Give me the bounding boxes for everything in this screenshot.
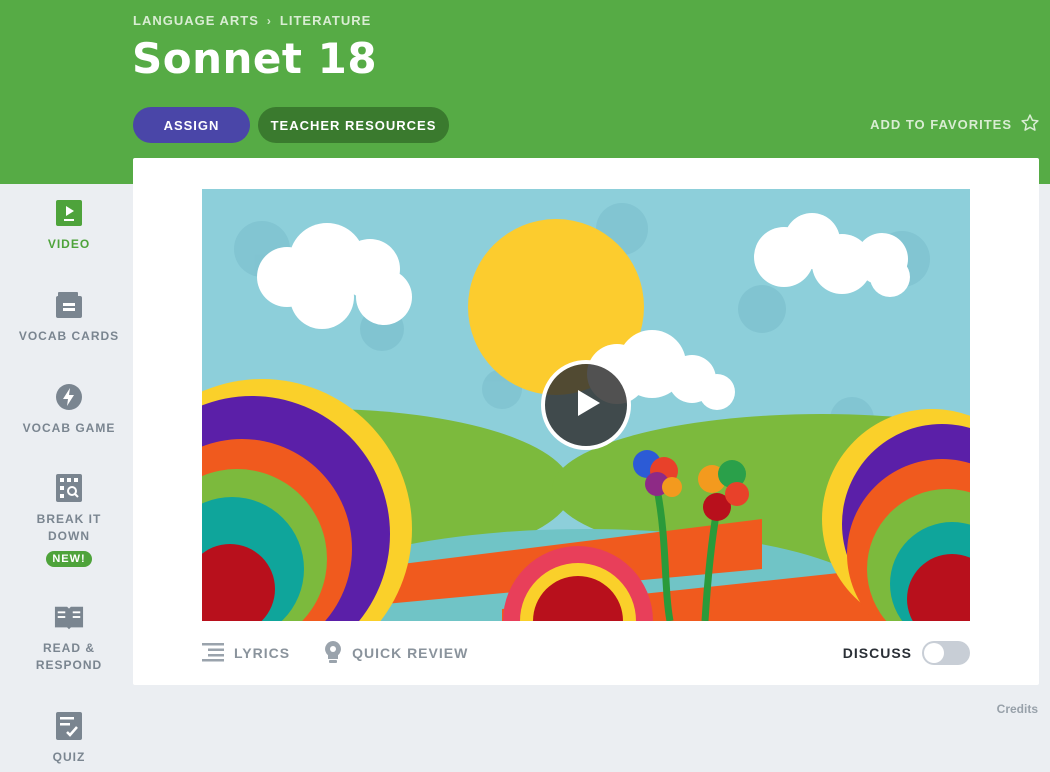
teacher-resources-button[interactable]: TEACHER RESOURCES bbox=[258, 107, 449, 143]
vocab-cards-icon bbox=[54, 290, 84, 320]
lightning-icon bbox=[54, 382, 84, 412]
add-to-favorites-button[interactable]: ADD TO FAVORITES bbox=[870, 113, 1040, 136]
sidebar-item-label: READ & RESPOND bbox=[35, 641, 103, 672]
sidebar-item-label: BREAK IT DOWN bbox=[36, 512, 102, 543]
quick-review-button[interactable]: QUICK REVIEW bbox=[324, 640, 468, 667]
video-toolbar: LYRICS QUICK REVIEW DISCUSS bbox=[202, 638, 970, 668]
video-card: LYRICS QUICK REVIEW DISCUSS bbox=[133, 158, 1039, 685]
magnifier-grid-icon bbox=[54, 473, 84, 503]
lyrics-label: LYRICS bbox=[234, 645, 291, 661]
play-button[interactable] bbox=[541, 360, 631, 450]
quiz-checklist-icon bbox=[54, 711, 84, 741]
new-badge: NEW! bbox=[46, 551, 92, 567]
quick-review-label: QUICK REVIEW bbox=[352, 645, 469, 661]
credits-link[interactable]: Credits bbox=[997, 702, 1038, 716]
favorites-label: ADD TO FAVORITES bbox=[870, 117, 1012, 132]
discuss-control: DISCUSS bbox=[843, 641, 970, 665]
assign-button[interactable]: ASSIGN bbox=[133, 107, 250, 143]
sidebar-item-quiz[interactable]: QUIZ bbox=[0, 711, 138, 766]
lightbulb-icon bbox=[324, 640, 342, 667]
page-header: LANGUAGE ARTS › LITERATURE Sonnet 18 ASS… bbox=[0, 0, 1050, 184]
sidebar-item-label: QUIZ bbox=[52, 750, 86, 764]
chevron-right-icon: › bbox=[266, 13, 272, 28]
play-icon bbox=[566, 383, 606, 428]
video-player[interactable] bbox=[202, 189, 970, 621]
sidebar-item-vocab-cards[interactable]: VOCAB CARDS bbox=[0, 290, 138, 345]
discuss-label: DISCUSS bbox=[842, 645, 912, 661]
book-icon bbox=[54, 602, 84, 632]
sidebar-item-video[interactable]: VIDEO bbox=[0, 198, 138, 253]
sidebar-item-break-it-down[interactable]: BREAK IT DOWN NEW! bbox=[0, 473, 138, 567]
sidebar-item-read-respond[interactable]: READ & RESPOND bbox=[0, 602, 138, 674]
lines-icon bbox=[202, 642, 224, 665]
sidebar-item-vocab-game[interactable]: VOCAB GAME bbox=[0, 382, 138, 437]
breadcrumb-subject[interactable]: LANGUAGE ARTS bbox=[133, 13, 259, 28]
breadcrumb: LANGUAGE ARTS › LITERATURE bbox=[133, 13, 371, 28]
sidebar-item-label: VOCAB CARDS bbox=[18, 329, 120, 343]
breadcrumb-topic[interactable]: LITERATURE bbox=[280, 13, 371, 28]
video-icon bbox=[54, 198, 84, 228]
lyrics-button[interactable]: LYRICS bbox=[202, 642, 290, 665]
discuss-toggle[interactable] bbox=[922, 641, 970, 665]
sidebar-item-label: VOCAB GAME bbox=[22, 421, 116, 435]
toggle-knob bbox=[924, 643, 944, 663]
star-icon bbox=[1020, 113, 1040, 136]
sidebar-item-label: VIDEO bbox=[47, 237, 91, 251]
page-title: Sonnet 18 bbox=[132, 34, 378, 83]
